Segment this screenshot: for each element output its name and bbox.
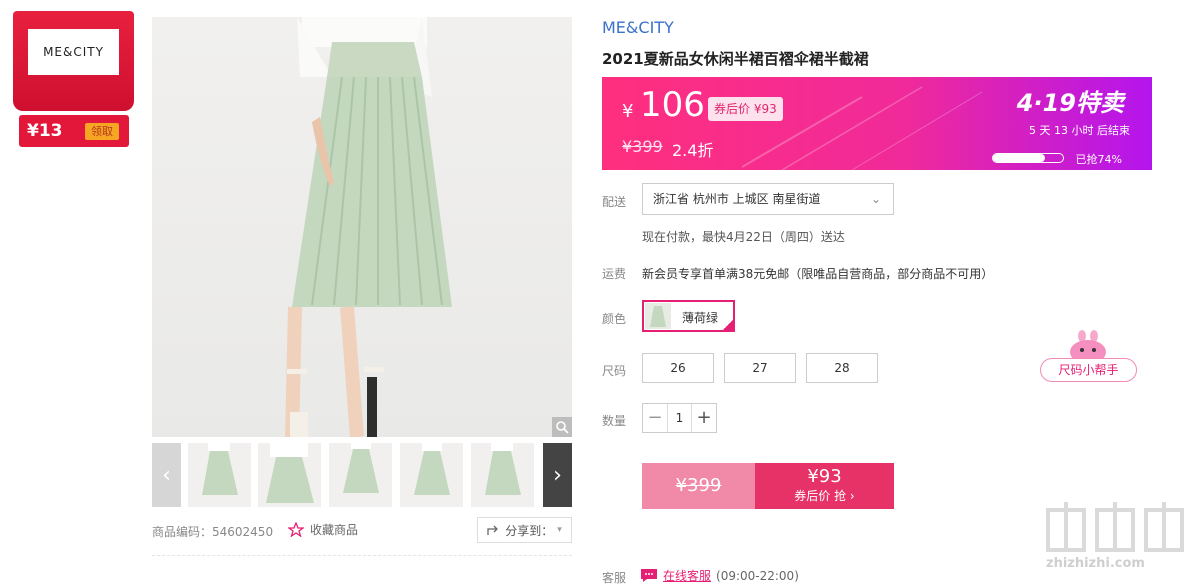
share-label: 分享到：	[505, 523, 554, 538]
brand-logo: ME&CITY	[28, 29, 119, 75]
thumbnail[interactable]	[188, 443, 251, 507]
thumbnail-strip: ‹ ›	[152, 443, 572, 507]
product-title: 2021夏新品女休闲半裙百褶伞裙半截裙	[602, 50, 869, 68]
delivery-address-select[interactable]: 浙江省 杭州市 上城区 南星街道 ⌄	[642, 183, 894, 215]
after-coupon-price: 券后价 ¥93	[708, 97, 783, 121]
favorite-button[interactable]: 收藏商品	[288, 521, 358, 538]
size-label: 尺码	[602, 364, 627, 378]
delivery-estimate: 现在付款，最快4月22日（周四）送达	[642, 230, 845, 244]
caret-down-icon: ▾	[557, 525, 562, 535]
product-main-image[interactable]	[152, 17, 572, 437]
sold-percent: 已抢74%	[1075, 153, 1122, 166]
service-hours: (09:00-22:00)	[716, 568, 799, 583]
chat-bubble-icon	[641, 569, 657, 582]
coupon-header: ME&CITY	[13, 11, 134, 111]
check-icon	[721, 318, 735, 332]
thumbnail[interactable]	[400, 443, 463, 507]
sold-progress-fill	[993, 154, 1045, 162]
magnifier-icon[interactable]	[552, 417, 572, 437]
size-option-28[interactable]: 28	[806, 353, 878, 383]
site-watermark: zhizhizhi.com	[1042, 500, 1192, 584]
watermark-text: zhizhizhi.com	[1046, 556, 1145, 571]
delivery-label: 配送	[602, 195, 627, 209]
buy-price: ¥93	[807, 466, 842, 487]
color-option-selected[interactable]: 薄荷绿	[642, 300, 735, 332]
divider	[152, 555, 572, 556]
claim-coupon-button[interactable]: 领取	[85, 123, 119, 140]
buy-action-label: 券后价 抢 ›	[794, 489, 855, 503]
coupon-amount: ¥13	[27, 121, 63, 141]
quantity-label: 数量	[602, 414, 627, 428]
share-icon	[487, 525, 499, 535]
service-label: 客服	[602, 571, 627, 584]
online-service-link[interactable]: 在线客服	[663, 567, 711, 584]
share-button[interactable]: 分享到： ▾	[477, 517, 572, 543]
color-option-label: 薄荷绿	[682, 311, 719, 325]
sku-code: 商品编码：54602450	[152, 525, 274, 539]
decorative-stripes	[742, 86, 983, 170]
coupon-footer: ¥13 领取	[19, 115, 129, 147]
size-helper[interactable]: 尺码小帮手	[1040, 330, 1137, 383]
sold-progress-bar	[992, 153, 1064, 163]
quantity-input[interactable]: 1	[667, 404, 692, 432]
thumbnail[interactable]	[471, 443, 534, 507]
color-label: 颜色	[602, 312, 627, 326]
thumbnail[interactable]	[329, 443, 392, 507]
star-icon	[288, 522, 304, 537]
product-meta-row: 商品编码：54602450 收藏商品 分享到： ▾	[152, 515, 572, 545]
chevron-left-icon[interactable]: ‹	[152, 443, 181, 507]
shipping-label: 运费	[602, 267, 627, 281]
countdown: 5 天 13 小时 后结束	[1029, 124, 1130, 137]
original-price: ¥399	[622, 137, 663, 156]
delivery-address: 浙江省 杭州市 上城区 南星街道	[653, 192, 821, 206]
discount-rate: 2.4折	[672, 141, 714, 160]
currency-symbol: ¥	[622, 101, 634, 122]
chevron-right-icon[interactable]: ›	[543, 443, 572, 507]
brand-coupon-card[interactable]: ME&CITY ¥13 领取	[13, 11, 134, 149]
buy-original-price[interactable]: ¥399	[642, 463, 755, 509]
shipping-info: 新会员专享首单满38元免邮（限唯品自营商品，部分商品不可用）	[642, 267, 994, 281]
current-price: 106	[640, 85, 705, 125]
customer-service: 在线客服 (09:00-22:00)	[640, 567, 799, 584]
watermark-logo-icon	[1046, 502, 1184, 552]
favorite-label: 收藏商品	[310, 523, 359, 537]
decrease-button[interactable]: −	[643, 404, 667, 432]
buy-now-button[interactable]: ¥93 券后价 抢 ›	[755, 463, 894, 509]
quantity-stepper: − 1 +	[642, 403, 717, 433]
brand-link[interactable]: ME&CITY	[602, 18, 674, 37]
size-helper-button[interactable]: 尺码小帮手	[1040, 358, 1137, 382]
product-page: ME&CITY ¥13 领取 ‹ › 商品编码：54602450 收藏商品 分享…	[0, 0, 1197, 584]
skirt-photo	[285, 17, 452, 437]
size-option-26[interactable]: 26	[642, 353, 714, 383]
price-panel: ¥ 106 券后价 ¥93 ¥399 2.4折 4·19特卖 5 天 13 小时…	[602, 77, 1152, 170]
size-option-27[interactable]: 27	[724, 353, 796, 383]
increase-button[interactable]: +	[692, 404, 716, 432]
color-swatch	[645, 303, 671, 329]
thumbnail[interactable]	[258, 443, 321, 507]
chevron-down-icon: ⌄	[870, 192, 881, 206]
promo-title: 4·19特卖	[1016, 89, 1124, 117]
